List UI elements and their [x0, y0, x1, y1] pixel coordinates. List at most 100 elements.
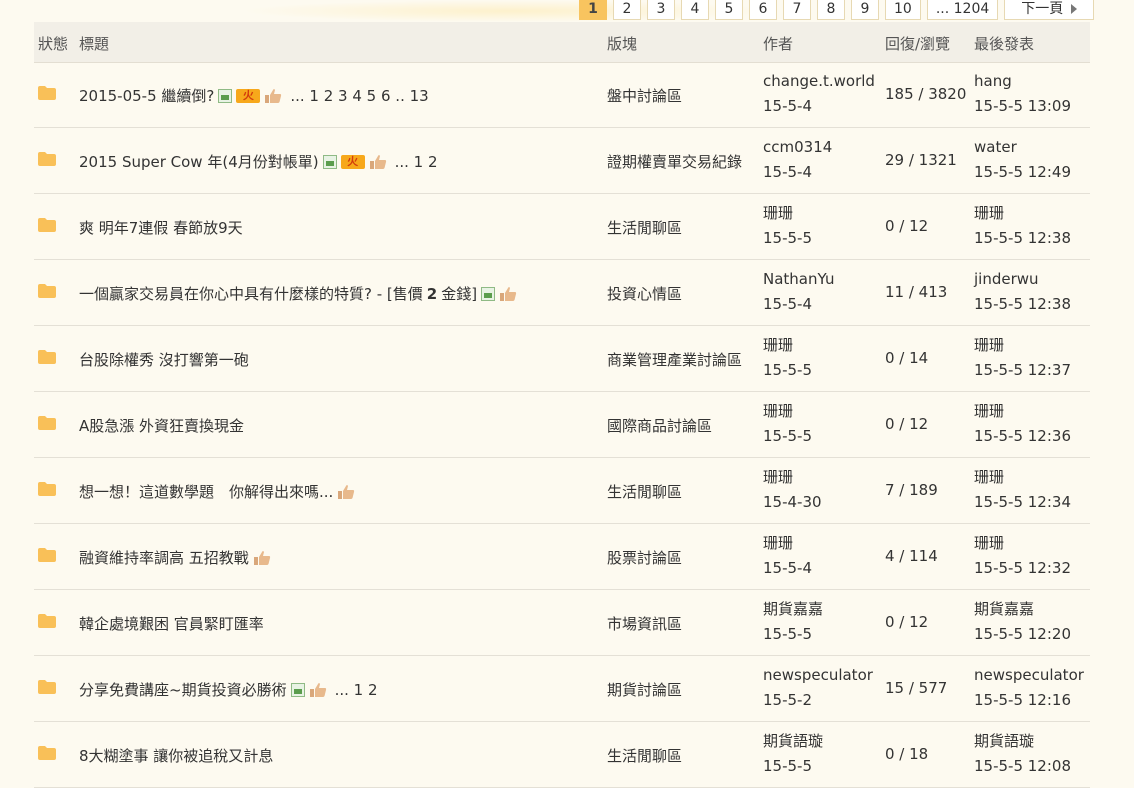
thread-date: 15-5-4 — [763, 295, 812, 313]
page-2-button[interactable]: 2 — [613, 0, 641, 20]
thread-author-link[interactable]: 珊珊 — [763, 531, 812, 556]
folder-icon — [38, 482, 56, 496]
thread-author-link[interactable]: change.t.world — [763, 69, 875, 94]
folder-icon — [38, 680, 56, 694]
folder-icon — [38, 614, 56, 628]
thread-author-link[interactable]: 期貨語璇 — [763, 729, 823, 754]
thread-author-link[interactable]: 珊珊 — [763, 465, 822, 490]
page-9-button[interactable]: 9 — [851, 0, 879, 20]
last-post-time-link[interactable]: 15-5-5 12:38 — [974, 292, 1071, 317]
thread-forum-link[interactable]: 商業管理產業討論區 — [607, 349, 742, 370]
thread-page-links[interactable]: ... 1 2 — [395, 153, 438, 171]
page-8-button[interactable]: 8 — [817, 0, 845, 20]
thread-forum-link[interactable]: 生活閒聊區 — [607, 481, 682, 502]
last-post-time-link[interactable]: 15-5-5 13:09 — [974, 94, 1071, 119]
last-post-time-link[interactable]: 15-5-5 12:36 — [974, 424, 1071, 449]
thread-author-link[interactable]: NathanYu — [763, 267, 834, 292]
thread-reply-view-count: 0 / 18 — [885, 745, 929, 763]
thread-date: 15-5-4 — [763, 559, 812, 577]
last-poster-link[interactable]: 期貨嘉嘉 — [974, 597, 1071, 622]
last-poster-link[interactable]: 珊珊 — [974, 333, 1071, 358]
thread-reply-view-count: 185 / 3820 — [885, 85, 967, 103]
page-7-button[interactable]: 7 — [783, 0, 811, 20]
thread-forum-link[interactable]: 國際商品討論區 — [607, 415, 712, 436]
last-post-time-link[interactable]: 15-5-5 12:37 — [974, 358, 1071, 383]
thread-row: 韓企處境艱困 官員緊盯匯率 市場資訊區 期貨嘉嘉 15-5-5 0 / 12 期… — [34, 590, 1090, 656]
last-post-time-link[interactable]: 15-5-5 12:08 — [974, 754, 1071, 779]
thread-forum-link[interactable]: 證期權賣單交易紀錄 — [607, 151, 742, 172]
thread-date: 15-5-5 — [763, 427, 812, 445]
counts-column-header: 回復/瀏覽 — [885, 35, 951, 53]
thread-title-link[interactable]: 一個贏家交易員在你心中具有什麼樣的特質? - [售價 — [79, 283, 423, 304]
last-poster-link[interactable]: hang — [974, 69, 1071, 94]
thread-author-link[interactable]: 珊珊 — [763, 201, 812, 226]
thumbs-up-icon — [338, 484, 355, 499]
folder-icon — [38, 218, 56, 232]
last-poster-link[interactable]: 期貨語璇 — [974, 729, 1071, 754]
thread-title-link[interactable]: 分享免費講座~期貨投資必勝術 — [79, 679, 287, 700]
hot-thread-icon: 火 — [340, 154, 365, 169]
thread-page-links[interactable]: ... 1 2 3 4 5 6 .. 13 — [290, 87, 428, 105]
folder-icon — [38, 284, 56, 298]
thread-title-link[interactable]: 8大糊塗事 讓你被追稅又計息 — [79, 745, 273, 766]
thread-title-link[interactable]: 爽 明年7連假 春節放9天 — [79, 217, 243, 238]
thread-row: 融資維持率調高 五招教戰 股票討論區 珊珊 15-5-4 4 / 114 珊珊 … — [34, 524, 1090, 590]
page-3-button[interactable]: 3 — [647, 0, 675, 20]
thread-author-link[interactable]: ccm0314 — [763, 135, 832, 160]
thumbs-up-icon — [265, 88, 282, 103]
thread-author-link[interactable]: 期貨嘉嘉 — [763, 597, 823, 622]
thread-date: 15-5-5 — [763, 625, 812, 643]
page-4-button[interactable]: 4 — [681, 0, 709, 20]
status-column-header: 狀態 — [38, 35, 69, 53]
thread-row: 分享免費講座~期貨投資必勝術 ... 1 2 期貨討論區 newspeculat… — [34, 656, 1090, 722]
thread-title-link[interactable]: 融資維持率調高 五招教戰 — [79, 547, 249, 568]
thread-author-link[interactable]: 珊珊 — [763, 399, 812, 424]
last-poster-link[interactable]: 珊珊 — [974, 399, 1071, 424]
thread-title-link[interactable]: 2015 Super Cow 年(4月份對帳單) — [79, 151, 319, 172]
folder-icon — [38, 416, 56, 430]
last-poster-link[interactable]: newspeculator — [974, 663, 1084, 688]
last-page-button[interactable]: ... 1204 — [926, 0, 999, 20]
thread-title-link[interactable]: 2015-05-5 繼續倒? — [79, 85, 214, 106]
pagination: 1 2 3 4 5 6 7 8 9 10 ... 1204 下一頁 — [579, 0, 1095, 21]
thread-author-link[interactable]: 珊珊 — [763, 333, 812, 358]
thread-reply-view-count: 11 / 413 — [885, 283, 948, 301]
last-post-time-link[interactable]: 15-5-5 12:16 — [974, 688, 1084, 713]
thread-forum-link[interactable]: 投資心情區 — [607, 283, 682, 304]
thread-date: 15-5-2 — [763, 691, 812, 709]
folder-icon — [38, 350, 56, 364]
thread-author-link[interactable]: newspeculator — [763, 663, 873, 688]
thread-reply-view-count: 15 / 577 — [885, 679, 948, 697]
thread-title-link[interactable]: A股急漲 外資狂賣換現金 — [79, 415, 244, 436]
image-attachment-icon — [290, 682, 305, 697]
thread-forum-link[interactable]: 生活閒聊區 — [607, 745, 682, 766]
thread-forum-link[interactable]: 生活閒聊區 — [607, 217, 682, 238]
page-6-button[interactable]: 6 — [749, 0, 777, 20]
last-post-time-link[interactable]: 15-5-5 12:34 — [974, 490, 1071, 515]
thread-forum-link[interactable]: 股票討論區 — [607, 547, 682, 568]
last-post-column-header: 最後發表 — [974, 35, 1035, 53]
thread-date: 15-5-4 — [763, 163, 812, 181]
page-5-button[interactable]: 5 — [715, 0, 743, 20]
next-page-button[interactable]: 下一頁 — [1004, 0, 1095, 20]
page-10-button[interactable]: 10 — [885, 0, 921, 20]
thread-forum-link[interactable]: 市場資訊區 — [607, 613, 682, 634]
thread-page-links[interactable]: ... 1 2 — [335, 681, 378, 699]
thread-title-link[interactable]: 韓企處境艱困 官員緊盯匯率 — [79, 613, 264, 634]
last-poster-link[interactable]: jinderwu — [974, 267, 1071, 292]
page-1-button[interactable]: 1 — [579, 0, 607, 20]
thread-title-link[interactable]: 台股除權秀 沒打響第一砲 — [79, 349, 249, 370]
last-post-time-link[interactable]: 15-5-5 12:38 — [974, 226, 1071, 251]
last-post-time-link[interactable]: 15-5-5 12:20 — [974, 622, 1071, 647]
last-poster-link[interactable]: 珊珊 — [974, 531, 1071, 556]
thread-forum-link[interactable]: 期貨討論區 — [607, 679, 682, 700]
last-poster-link[interactable]: water — [974, 135, 1071, 160]
last-poster-link[interactable]: 珊珊 — [974, 465, 1071, 490]
last-poster-link[interactable]: 珊珊 — [974, 201, 1071, 226]
last-post-time-link[interactable]: 15-5-5 12:32 — [974, 556, 1071, 581]
thread-title-link[interactable]: 想一想！這道數學題 你解得出來嗎... — [79, 481, 333, 502]
thread-date: 15-5-5 — [763, 361, 812, 379]
thread-reply-view-count: 0 / 12 — [885, 415, 929, 433]
last-post-time-link[interactable]: 15-5-5 12:49 — [974, 160, 1071, 185]
thread-forum-link[interactable]: 盤中討論區 — [607, 85, 682, 106]
